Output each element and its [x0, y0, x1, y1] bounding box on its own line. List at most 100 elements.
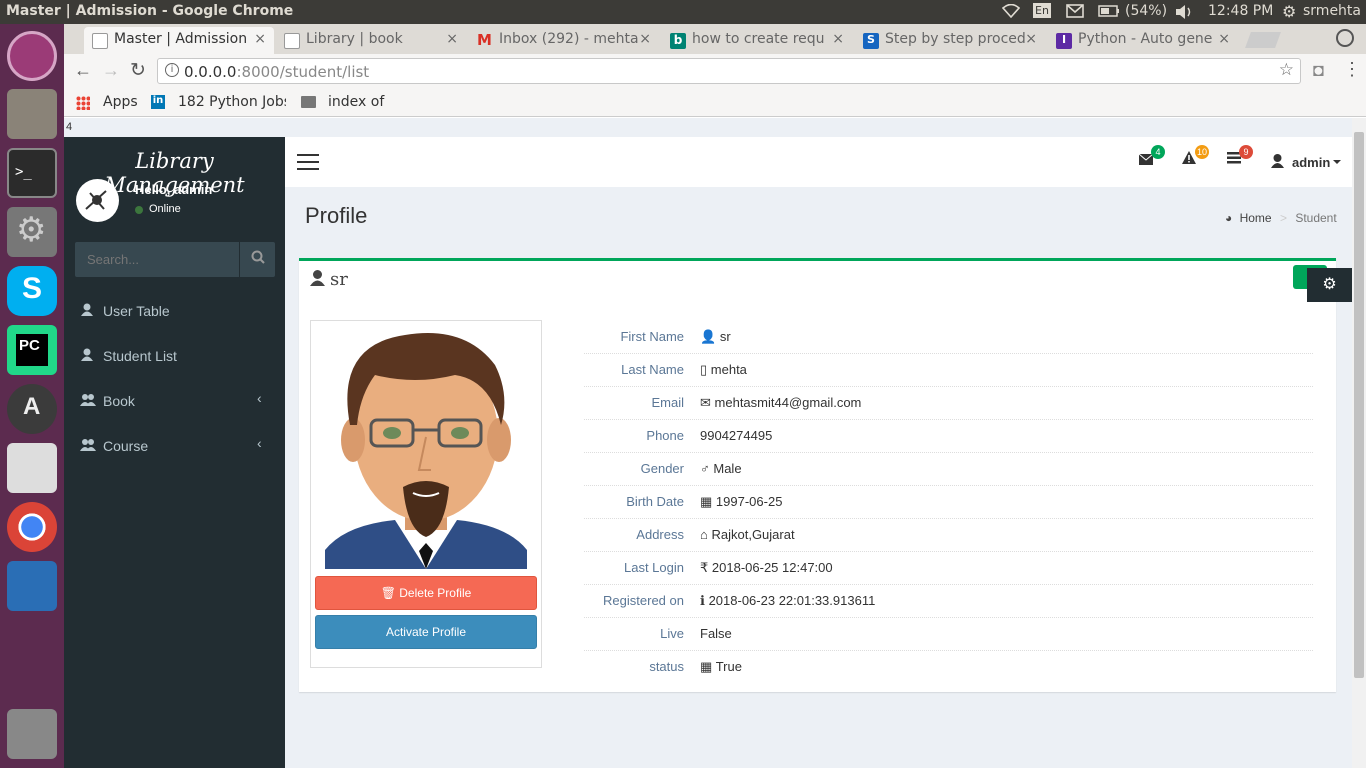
- document-viewer-icon[interactable]: [7, 561, 57, 611]
- close-tab-icon[interactable]: ×: [832, 31, 844, 47]
- mail-icon[interactable]: [1066, 4, 1084, 22]
- activate-profile-label: Activate Profile: [385, 625, 467, 639]
- online-status-dot-icon: [135, 206, 143, 214]
- wifi-icon[interactable]: [1001, 3, 1021, 22]
- field-label: Phone: [646, 428, 684, 443]
- page-title: Profile: [305, 203, 368, 228]
- close-tab-icon[interactable]: ×: [1025, 31, 1037, 47]
- linkedin-icon: in: [151, 95, 165, 109]
- field-value: ₹ 2018-06-25 12:47:00: [700, 560, 833, 575]
- tab-gmail-inbox[interactable]: M Inbox (292) - mehta ×: [469, 27, 659, 54]
- text-editor-icon[interactable]: [7, 443, 57, 493]
- table-row: Gender ♂ Male: [584, 452, 1313, 485]
- profile-icon[interactable]: [1336, 29, 1354, 47]
- dashboard-icon: ◕: [1225, 211, 1233, 225]
- pycharm-icon[interactable]: PC: [7, 325, 57, 375]
- tab-master-admission[interactable]: Master | Admission ×: [84, 27, 274, 54]
- sidebar-search: [75, 242, 275, 277]
- battery-percent: (54%): [1125, 3, 1168, 19]
- page-scrollbar[interactable]: [1352, 118, 1366, 768]
- volume-icon[interactable]: [1175, 5, 1195, 23]
- page-icon: [92, 33, 108, 49]
- user-menu-toggle[interactable]: admin: [1292, 155, 1330, 170]
- tab-step-by-step[interactable]: S Step by step proced ×: [855, 27, 1045, 54]
- breadcrumb-home[interactable]: Home: [1240, 211, 1272, 225]
- control-sidebar-gear-icon[interactable]: ⚙: [1307, 268, 1352, 302]
- table-row: Last Name ▯ mehta: [584, 353, 1313, 386]
- sidebar-search-input[interactable]: [75, 242, 239, 277]
- close-tab-icon[interactable]: ×: [254, 31, 266, 47]
- tab-strip: Master | Admission × Library | book × M …: [64, 24, 1366, 54]
- tab-library-book[interactable]: Library | book ×: [276, 27, 466, 54]
- trash-icon[interactable]: [7, 709, 57, 759]
- reload-icon[interactable]: ↻: [130, 59, 146, 82]
- ubuntu-dash-icon[interactable]: [7, 31, 57, 81]
- field-value: 👤 sr: [700, 329, 731, 344]
- delete-profile-button[interactable]: 🗑 Delete Profile: [315, 576, 537, 610]
- new-tab-button[interactable]: [1245, 32, 1281, 48]
- system-settings-icon[interactable]: ⚙: [7, 207, 57, 257]
- info-icon: ℹ: [700, 593, 705, 608]
- software-updater-icon[interactable]: A: [7, 384, 57, 434]
- field-label: Last Login: [624, 560, 684, 575]
- field-value: ▯ mehta: [700, 362, 747, 377]
- sidebar-item-book[interactable]: Book ‹: [64, 378, 285, 423]
- chevron-left-icon: ‹: [257, 390, 262, 406]
- clock[interactable]: 12:48 PM: [1208, 3, 1273, 19]
- os-top-bar: Master | Admission - Google Chrome En (5…: [0, 0, 1366, 24]
- scrollbar-thumb[interactable]: [1354, 132, 1364, 678]
- envelope-icon: ✉: [700, 395, 711, 410]
- bookmark-index-of[interactable]: index of: [328, 94, 384, 110]
- stray-text: 4: [66, 121, 73, 133]
- sidebar-item-label: Book: [103, 393, 135, 409]
- chrome-icon[interactable]: [7, 502, 57, 552]
- field-value: ⌂ Rajkot,Gujarat: [700, 527, 795, 542]
- bookmark-python-jobs[interactable]: 182 Python Jobs: [178, 94, 286, 110]
- field-value: ✉ mehtasmit44@gmail.com: [700, 395, 862, 410]
- sidebar-item-label: Course: [103, 438, 149, 454]
- sidebar-item-user-table[interactable]: User Table: [64, 288, 285, 333]
- keyboard-layout-indicator[interactable]: En: [1033, 3, 1051, 18]
- apps-grid-icon: [76, 96, 90, 110]
- skype-icon[interactable]: S: [7, 266, 57, 316]
- terminal-icon[interactable]: >_: [7, 148, 57, 198]
- close-tab-icon[interactable]: ×: [1218, 31, 1230, 47]
- forward-arrow-icon[interactable]: →: [102, 60, 120, 81]
- tab-bing-search[interactable]: b how to create requ ×: [662, 27, 852, 54]
- search-icon[interactable]: [239, 242, 275, 277]
- field-label: Live: [660, 626, 684, 641]
- os-username[interactable]: srmehta: [1303, 3, 1361, 19]
- info-icon[interactable]: i: [165, 63, 179, 77]
- calendar-icon: ▦: [700, 659, 713, 674]
- tab-python-auto[interactable]: I Python - Auto gene ×: [1048, 27, 1238, 54]
- address-bar[interactable]: i 0.0.0.0:8000/student/list ☆: [157, 58, 1301, 84]
- alert-warning-icon[interactable]: [1182, 151, 1196, 167]
- field-label: status: [649, 659, 684, 674]
- sidebar-item-label: User Table: [103, 303, 170, 319]
- hamburger-menu-icon[interactable]: [297, 154, 319, 173]
- user-icon: 👤: [700, 329, 717, 344]
- unity-launcher: >_ ⚙ S PC A: [0, 24, 64, 768]
- files-icon[interactable]: [7, 89, 57, 139]
- table-row: Address ⌂ Rajkot,Gujarat: [584, 518, 1313, 551]
- sidebar-item-student-list[interactable]: Student List: [64, 333, 285, 378]
- calendar-icon: ▦: [700, 494, 713, 509]
- table-row: Email ✉ mehtasmit44@gmail.com: [584, 386, 1313, 419]
- chevron-left-icon: ‹: [257, 435, 262, 451]
- chrome-menu-icon[interactable]: ⋮: [1343, 59, 1361, 80]
- close-tab-icon[interactable]: ×: [446, 31, 458, 47]
- sidebar-item-course[interactable]: Course ‹: [64, 423, 285, 468]
- bookmark-star-icon[interactable]: ☆: [1279, 60, 1294, 80]
- field-value: False: [700, 626, 732, 641]
- bookmark-apps[interactable]: Apps: [103, 94, 138, 110]
- battery-icon[interactable]: [1098, 5, 1120, 21]
- back-arrow-icon[interactable]: ←: [74, 60, 92, 81]
- home-icon: ⌂: [700, 527, 708, 542]
- settings-gear-icon[interactable]: ⚙: [1282, 2, 1296, 21]
- pocket-extension-icon[interactable]: ◘: [1313, 60, 1324, 81]
- sidebar-item-label: Student List: [103, 348, 177, 364]
- url-host: 0.0.0.0: [184, 63, 237, 81]
- mobile-icon: ▯: [700, 362, 708, 377]
- activate-profile-button[interactable]: Activate Profile: [315, 615, 537, 649]
- close-tab-icon[interactable]: ×: [639, 31, 651, 47]
